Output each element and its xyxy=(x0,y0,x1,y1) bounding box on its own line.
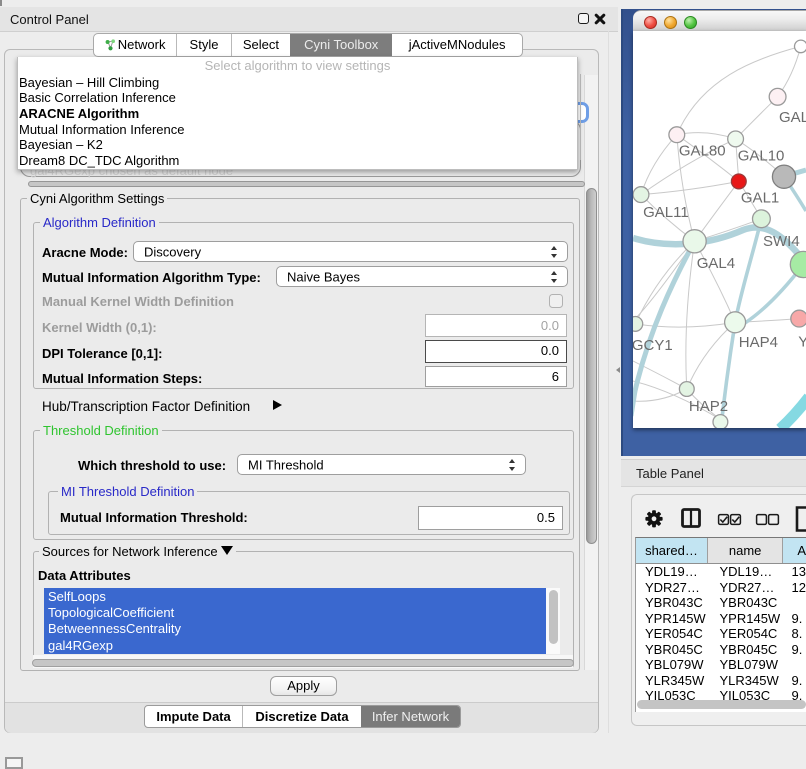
svg-text:GAL10: GAL10 xyxy=(738,148,785,165)
svg-text:GCY1: GCY1 xyxy=(633,337,673,354)
svg-text:HAP2: HAP2 xyxy=(689,398,728,415)
svg-text:GAL80: GAL80 xyxy=(679,142,726,159)
svg-text:SWI4: SWI4 xyxy=(763,233,800,250)
svg-text:GAL4: GAL4 xyxy=(697,255,735,272)
svg-text:Y: Y xyxy=(798,334,806,351)
svg-text:HAP4: HAP4 xyxy=(739,334,778,351)
svg-text:GAL: GAL xyxy=(779,109,806,126)
svg-text:GAL1: GAL1 xyxy=(741,190,779,207)
svg-text:GAL11: GAL11 xyxy=(643,204,689,221)
